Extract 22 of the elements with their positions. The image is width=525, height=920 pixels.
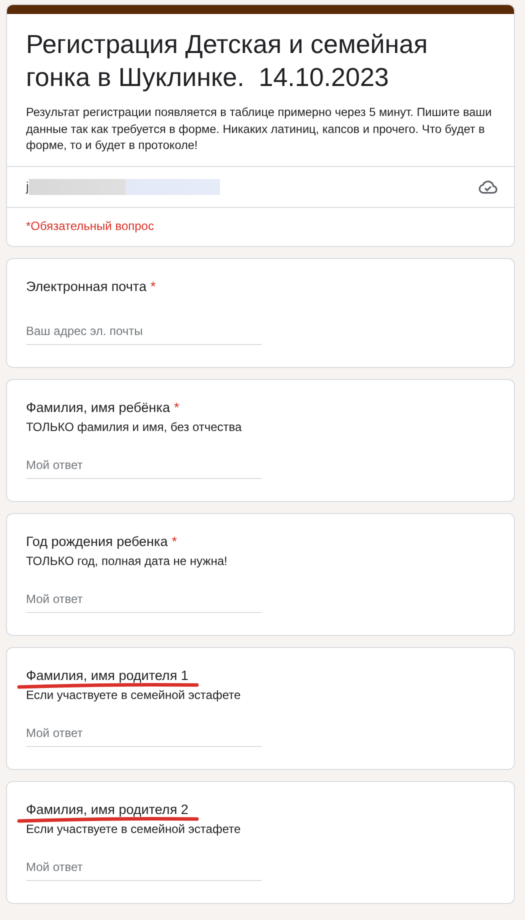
form-title: Регистрация Детская и семейная гонка в Шуклинке. 14.10.2023 [26,28,429,94]
required-note: *Обязательный вопрос [7,206,514,246]
question-title: Фамилия, имя родителя 1 [26,666,188,684]
question-hint: Если участвуете в семейной эстафете [26,686,242,704]
account-email: j [26,179,29,194]
answer-field[interactable]: Ваш адрес эл. почты [26,324,262,344]
question-hint: Если участвуете в семейной эстафете [26,820,242,838]
required-asterisk: * [172,532,177,550]
answer-field[interactable]: Мой ответ [26,458,262,478]
required-asterisk: * [174,398,180,416]
cloud-check-icon [478,178,498,194]
question-hint: ТОЛЬКО год, полная дата не нужна! [26,552,228,570]
form-description: Результат регистрации появляется в таблице примерно через 5 минут. Пишите ваши данные так как требуется в форме. Никаких латиниц, капсов и прочего. Что будет в форме, то и будет в протоколе! [26,104,493,154]
question-title: Год рождения ребенка [26,532,168,550]
question-title: Фамилия, имя родителя 2 [26,800,188,818]
question-title: Электронная почта [26,278,146,296]
required-asterisk: * [150,278,156,296]
answer-field[interactable]: Мой ответ [26,592,262,612]
question-hint: ТОЛЬКО фамилия и имя, без отчества [26,418,243,436]
question-title: Фамилия, имя ребёнка [26,398,170,416]
answer-field[interactable]: Мой ответ [26,860,262,880]
answer-field[interactable]: Мой ответ [26,726,262,746]
